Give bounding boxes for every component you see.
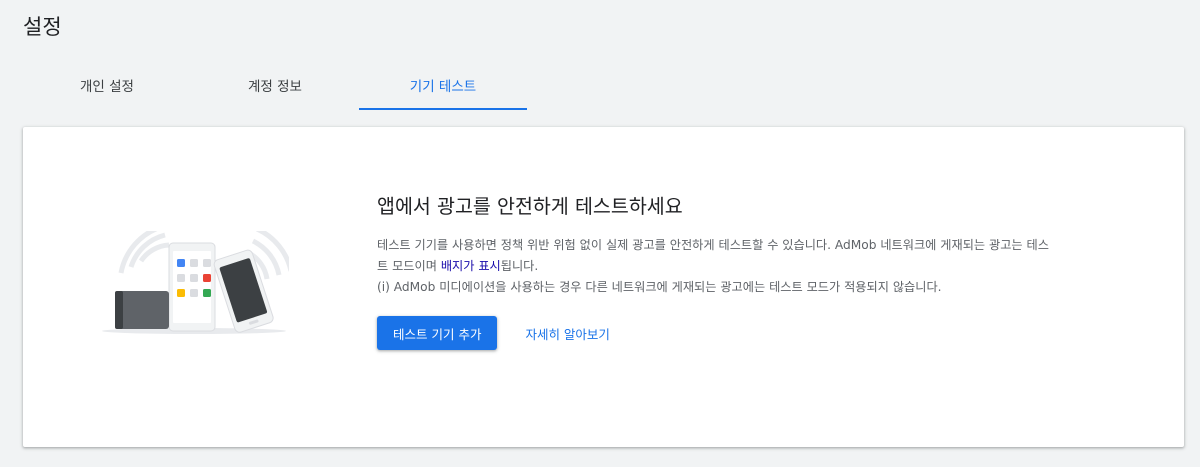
add-test-device-button[interactable]: 테스트 기기 추가 — [377, 316, 498, 350]
desc-text-2: 됩니다. — [500, 259, 539, 273]
tab-account-info[interactable]: 계정 정보 — [191, 60, 359, 110]
tab-personal-settings[interactable]: 개인 설정 — [23, 60, 191, 110]
device-testing-card: 앱에서 광고를 안전하게 테스트하세요 테스트 기기를 사용하면 정책 위반 위… — [23, 127, 1184, 447]
card-actions: 테스트 기기 추가 자세히 알아보기 — [377, 316, 1057, 350]
card-description: 테스트 기기를 사용하면 정책 위반 위험 없이 실제 광고를 안전하게 테스트… — [377, 235, 1053, 298]
learn-more-link[interactable]: 자세히 알아보기 — [525, 324, 609, 343]
card-content: 앱에서 광고를 안전하게 테스트하세요 테스트 기기를 사용하면 정책 위반 위… — [377, 193, 1057, 350]
settings-page: 설정 개인 설정 계정 정보 기기 테스트 앱에서 광고를 안전하게 테스트하세… — [0, 0, 1200, 467]
badge-link[interactable]: 배지가 표시 — [441, 259, 501, 273]
desc-text-mediation: (i) AdMob 미디에이션을 사용하는 경우 다른 네트워크에 게재되는 광… — [377, 280, 942, 294]
test-devices-illustration-icon — [102, 231, 289, 334]
tab-device-testing[interactable]: 기기 테스트 — [359, 60, 527, 110]
settings-tabs: 개인 설정 계정 정보 기기 테스트 — [23, 60, 527, 110]
card-headline: 앱에서 광고를 안전하게 테스트하세요 — [377, 195, 683, 218]
page-title: 설정 — [23, 15, 62, 39]
